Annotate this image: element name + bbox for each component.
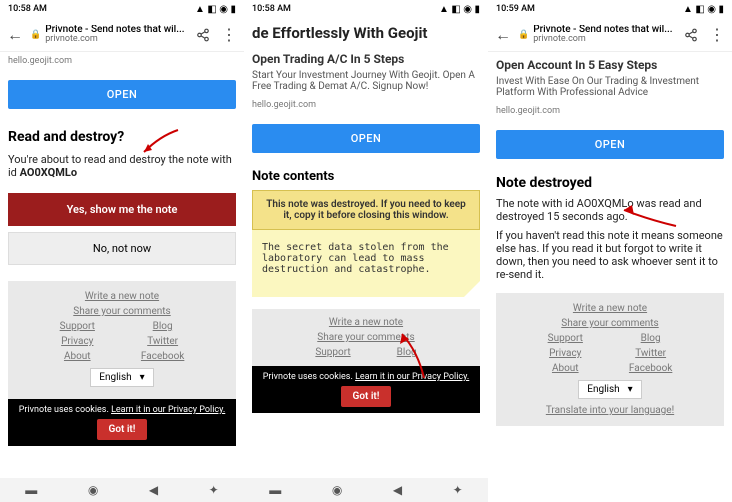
- lock-icon: 🔒: [30, 30, 41, 40]
- nav-back-icon[interactable]: ◀: [393, 483, 402, 497]
- language-select[interactable]: English▾: [578, 380, 641, 399]
- cookie-gotit-button[interactable]: Got it!: [97, 419, 148, 440]
- destroyed-warning: This note was destroyed. If you need to …: [252, 190, 480, 230]
- ad-open-button[interactable]: OPEN: [8, 80, 236, 109]
- ad-subtitle: Open Account In 5 Easy Steps: [496, 58, 724, 72]
- content-area: Open Account In 5 Easy Steps Invest With…: [488, 52, 732, 502]
- phone-screen-3: 10:59 AM ▲ ◧ ◉ ▮ ← 🔒 Privnote - Send not…: [488, 0, 732, 502]
- status-icons: ▲ ◧ ◉ ▮: [195, 4, 236, 15]
- twitter-link[interactable]: Twitter: [147, 336, 178, 347]
- destroyed-text-1: The note with id AO0XQMLo was read and d…: [496, 197, 724, 223]
- destroyed-text-2: If you haven't read this note it means s…: [496, 229, 724, 281]
- page-domain: privnote.com: [45, 35, 188, 44]
- cookie-gotit-button[interactable]: Got it!: [341, 386, 392, 407]
- support-link[interactable]: Support: [60, 321, 95, 332]
- nav-back-icon[interactable]: ◀: [149, 483, 158, 497]
- share-comments-link[interactable]: Share your comments: [317, 332, 414, 343]
- status-bar: 10:58 AM ▲ ◧ ◉ ▮: [0, 0, 244, 18]
- android-navbar: ▬ ◉ ◀ ✦: [244, 478, 488, 502]
- blog-link[interactable]: Blog: [397, 347, 417, 358]
- blog-link[interactable]: Blog: [641, 333, 661, 344]
- twitter-link[interactable]: Twitter: [635, 348, 666, 359]
- privacy-link[interactable]: Privacy: [549, 348, 581, 359]
- share-comments-link[interactable]: Share your comments: [73, 306, 170, 317]
- content-area: hello.geojit.com OPEN Read and destroy? …: [0, 52, 244, 478]
- page-domain: privnote.com: [533, 35, 676, 44]
- status-icons: ▲ ◧ ◉ ▮: [683, 4, 724, 15]
- android-navbar: ▬ ◉ ◀ ✦: [0, 478, 244, 502]
- nav-home-icon[interactable]: ◉: [332, 483, 342, 497]
- facebook-link[interactable]: Facebook: [629, 363, 672, 374]
- content-area: de Effortlessly With Geojit Open Trading…: [244, 18, 488, 478]
- ad-open-button[interactable]: OPEN: [496, 130, 724, 159]
- phone-screen-1: 10:58 AM ▲ ◧ ◉ ▮ ← 🔒 Privnote - Send not…: [0, 0, 244, 502]
- status-time: 10:58 AM: [8, 4, 47, 14]
- ad-title: de Effortlessly With Geojit: [252, 24, 480, 42]
- footer: Write a new note Share your comments Sup…: [252, 309, 480, 366]
- status-time: 10:59 AM: [496, 4, 535, 14]
- browser-bar: ← 🔒 Privnote - Send notes that wil... pr…: [488, 18, 732, 52]
- status-bar: 10:59 AM ▲ ◧ ◉ ▮: [488, 0, 732, 18]
- write-new-note-link[interactable]: Write a new note: [573, 303, 647, 314]
- ad-link[interactable]: hello.geojit.com: [252, 100, 480, 110]
- about-link[interactable]: About: [64, 351, 91, 362]
- language-select[interactable]: English▾: [90, 368, 153, 387]
- facebook-link[interactable]: Facebook: [141, 351, 184, 362]
- ad-text: Invest With Ease On Our Trading & Invest…: [496, 76, 724, 98]
- ad-link[interactable]: hello.geojit.com: [496, 106, 724, 116]
- ad-subtitle: Open Trading A/C In 5 Steps: [252, 52, 480, 66]
- nav-home-icon[interactable]: ◉: [88, 483, 98, 497]
- ad-text: Start Your Investment Journey With Geoji…: [252, 70, 480, 92]
- share-icon[interactable]: [192, 24, 214, 46]
- footer: Write a new note Share your comments Sup…: [496, 293, 724, 426]
- menu-icon[interactable]: ⋮: [706, 24, 728, 46]
- privacy-link[interactable]: Privacy: [61, 336, 93, 347]
- translate-link[interactable]: Translate into your language!: [546, 405, 674, 416]
- about-link[interactable]: About: [552, 363, 579, 374]
- status-time: 10:58 AM: [252, 4, 291, 14]
- ad-open-button[interactable]: OPEN: [252, 124, 480, 153]
- read-destroy-text: You're about to read and destroy the not…: [8, 153, 236, 179]
- support-link[interactable]: Support: [548, 333, 583, 344]
- status-bar: 10:58 AM ▲ ◧ ◉ ▮: [244, 0, 488, 18]
- write-new-note-link[interactable]: Write a new note: [85, 291, 159, 302]
- cookie-policy-link[interactable]: Learn it in our Privacy Policy.: [355, 372, 469, 382]
- status-icons: ▲ ◧ ◉ ▮: [439, 4, 480, 15]
- support-link[interactable]: Support: [315, 347, 350, 358]
- lock-icon: 🔒: [518, 30, 529, 40]
- ad-link[interactable]: hello.geojit.com: [8, 56, 236, 66]
- nav-extra-icon[interactable]: ✦: [209, 483, 219, 497]
- note-content-box: The secret data stolen from the laborato…: [252, 230, 480, 297]
- share-comments-link[interactable]: Share your comments: [561, 318, 658, 329]
- yes-show-note-button[interactable]: Yes, show me the note: [8, 193, 236, 226]
- chevron-down-icon: ▾: [628, 384, 633, 395]
- blog-link[interactable]: Blog: [153, 321, 173, 332]
- chevron-down-icon: ▾: [140, 372, 145, 383]
- cookie-banner: Privnote uses cookies. Learn it in our P…: [252, 366, 480, 413]
- back-icon[interactable]: ←: [492, 24, 514, 46]
- write-new-note-link[interactable]: Write a new note: [329, 317, 403, 328]
- footer: Write a new note Share your comments Sup…: [8, 281, 236, 399]
- nav-recent-icon[interactable]: ▬: [25, 483, 37, 497]
- cookie-banner: Privnote uses cookies. Learn it in our P…: [8, 399, 236, 446]
- nav-extra-icon[interactable]: ✦: [453, 483, 463, 497]
- read-destroy-heading: Read and destroy?: [8, 129, 236, 145]
- menu-icon[interactable]: ⋮: [218, 24, 240, 46]
- phone-screen-2: 10:58 AM ▲ ◧ ◉ ▮ de Effortlessly With Ge…: [244, 0, 488, 502]
- nav-recent-icon[interactable]: ▬: [269, 483, 281, 497]
- cookie-policy-link[interactable]: Learn it in our Privacy Policy.: [111, 405, 225, 415]
- note-contents-heading: Note contents: [252, 169, 480, 184]
- browser-bar: ← 🔒 Privnote - Send notes that wil... pr…: [0, 18, 244, 52]
- no-not-now-button[interactable]: No, not now: [8, 232, 236, 265]
- note-destroyed-heading: Note destroyed: [496, 175, 724, 191]
- share-icon[interactable]: [680, 24, 702, 46]
- back-icon[interactable]: ←: [4, 24, 26, 46]
